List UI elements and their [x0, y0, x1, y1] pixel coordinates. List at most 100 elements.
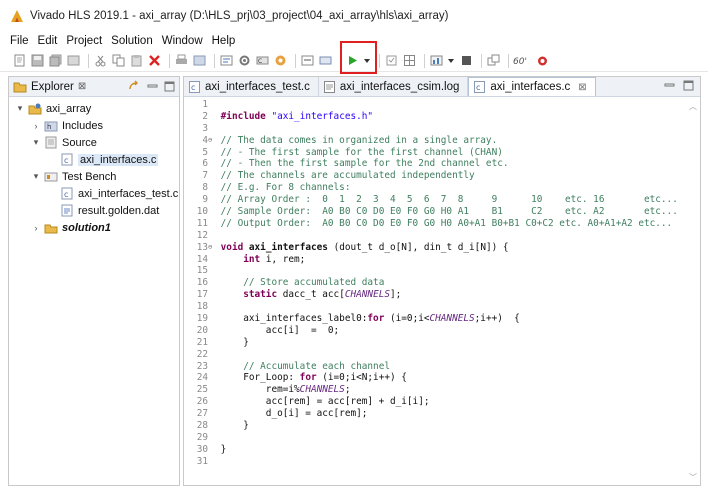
dashboard-dropdown-icon[interactable] — [447, 54, 455, 68]
code-line[interactable]: 23 // Accumulate each channel — [184, 361, 700, 373]
code-line[interactable]: 14 int i, rem; — [184, 254, 700, 266]
vertical-scrollbar[interactable]: ︿ ﹀ — [688, 101, 698, 483]
maximize-icon[interactable] — [683, 80, 694, 91]
code-line[interactable]: 6 // - Then the first sample for the 2nd… — [184, 158, 700, 170]
code-line[interactable]: 31 — [184, 456, 700, 468]
expand-arrow-icon[interactable]: ▾ — [31, 137, 41, 148]
code-line[interactable]: 21 } — [184, 337, 700, 349]
code-line[interactable]: 5 // - The first sample for the first ch… — [184, 147, 700, 159]
minimize-icon[interactable] — [664, 80, 675, 91]
compare-icon[interactable] — [318, 54, 332, 68]
code-line[interactable]: 27 d_o[i] = acc[rem]; — [184, 408, 700, 420]
collapse-arrow-icon[interactable]: › — [31, 121, 41, 131]
gutter-space — [208, 384, 215, 396]
code-line[interactable]: 13 ⊖ void axi_interfaces (dout_t d_o[N], … — [184, 242, 700, 254]
tab-axi-interfaces-c[interactable]: c axi_interfaces.c ⊠ — [468, 77, 596, 96]
svg-text:c: c — [64, 156, 68, 165]
code-line[interactable]: 11 // Output Order: A0 B0 C0 D0 E0 F0 G0… — [184, 218, 700, 230]
paste-icon[interactable] — [129, 54, 143, 68]
print-icon[interactable] — [174, 54, 188, 68]
code-line[interactable]: 2 #include "axi_interfaces.h" — [184, 111, 700, 123]
code-line[interactable]: 9 // Array Order : 0 1 2 3 4 5 6 7 8 9 1… — [184, 194, 700, 206]
save-all-icon[interactable] — [48, 54, 62, 68]
perspective-icon[interactable] — [486, 54, 500, 68]
cosim-icon[interactable] — [273, 54, 287, 68]
code-line[interactable]: 25 rem=i%CHANNELS; — [184, 384, 700, 396]
menu-file[interactable]: File — [10, 35, 29, 47]
save-icon[interactable] — [30, 54, 44, 68]
code-line[interactable]: 12 — [184, 230, 700, 242]
minimize-icon[interactable] — [147, 81, 158, 92]
synthesis-icon[interactable]: C — [255, 54, 269, 68]
code-line[interactable]: 18 — [184, 301, 700, 313]
code-line[interactable]: 30 } — [184, 444, 700, 456]
link-editor-icon[interactable] — [128, 80, 141, 92]
stop-icon[interactable] — [459, 54, 473, 68]
code-line[interactable]: 8 // E.g. For 8 channels: — [184, 182, 700, 194]
tree-item-test-bench[interactable]: ▾ Test Bench — [9, 168, 179, 185]
expand-arrow-icon[interactable]: ▾ — [15, 103, 25, 114]
scroll-up-icon[interactable]: ︿ — [689, 101, 697, 112]
tree-item-axi-interfaces-c[interactable]: c axi_interfaces.c — [9, 151, 179, 168]
tab-axi-interfaces-csim-log[interactable]: axi_interfaces_csim.log — [319, 77, 469, 96]
delete-icon[interactable] — [147, 54, 161, 68]
code-line[interactable]: 3 — [184, 123, 700, 135]
gutter-space — [208, 408, 215, 420]
checkbox-icon[interactable] — [384, 54, 398, 68]
menu-project[interactable]: Project — [66, 35, 102, 47]
scroll-down-icon[interactable]: ﹀ — [689, 472, 697, 483]
code-line[interactable]: 28 } — [184, 420, 700, 432]
new-file-icon[interactable] — [12, 54, 26, 68]
new-project-icon[interactable] — [192, 54, 206, 68]
code-line[interactable]: 24 For_Loop: for (i=0;i<N;i++) { — [184, 372, 700, 384]
menu-window[interactable]: Window — [162, 35, 203, 47]
close-icon[interactable]: ⊠ — [78, 81, 86, 92]
tree-item-axi-array[interactable]: ▾ axi_array — [9, 100, 179, 117]
debug-icon[interactable]: 60' — [513, 54, 531, 68]
code-line[interactable]: 16 // Store accumulated data — [184, 277, 700, 289]
menu-solution[interactable]: Solution — [111, 35, 153, 47]
line-number: 10 — [196, 206, 208, 218]
code-line[interactable]: 4 ⊖ // The data comes in organized in a s… — [184, 135, 700, 147]
bug-icon[interactable] — [535, 54, 549, 68]
code-text: // Output Order: A0 B0 C0 D0 E0 F0 G0 H0… — [220, 217, 673, 229]
tree-item-source[interactable]: ▾ Source — [9, 134, 179, 151]
code-editor[interactable]: 1 2 #include "axi_interfaces.h" 3 4 ⊖ // T… — [184, 99, 700, 485]
code-line[interactable]: 15 — [184, 265, 700, 277]
code-line[interactable]: 17 static dacc_t acc[CHANNELS]; — [184, 289, 700, 301]
code-line[interactable]: 7 // The channels are accumulated indepe… — [184, 170, 700, 182]
line-number: 13 — [196, 241, 208, 253]
menu-edit[interactable]: Edit — [38, 35, 58, 47]
line-number: 24 — [196, 372, 208, 384]
dashboard-icon[interactable] — [429, 54, 443, 68]
cut-icon[interactable] — [93, 54, 107, 68]
code-line[interactable]: 22 — [184, 349, 700, 361]
code-line[interactable]: 20 acc[i] = 0; — [184, 325, 700, 337]
expand-arrow-icon[interactable]: ▾ — [31, 171, 41, 182]
line-number: 16 — [196, 277, 208, 289]
properties-icon[interactable] — [66, 54, 80, 68]
copy-icon[interactable] — [111, 54, 125, 68]
collapse-arrow-icon[interactable]: › — [31, 223, 41, 233]
maximize-icon[interactable] — [164, 81, 175, 92]
tree-item-result-golden-dat[interactable]: result.golden.dat — [9, 202, 179, 219]
tab-axi-interfaces-test[interactable]: c axi_interfaces_test.c — [184, 77, 319, 96]
code-line[interactable]: 19 axi_interfaces_label0:for (i=0;i<CHAN… — [184, 313, 700, 325]
code-line[interactable]: 1 — [184, 99, 700, 111]
tree-item-axi-interfaces-test-c[interactable]: c axi_interfaces_test.c — [9, 185, 179, 202]
code-line[interactable]: 29 — [184, 432, 700, 444]
settings-icon[interactable] — [237, 54, 251, 68]
close-icon[interactable]: ⊠ — [578, 82, 586, 93]
fold-toggle-icon[interactable]: ⊖ — [208, 135, 215, 147]
tree-item-includes[interactable]: › h Includes — [9, 117, 179, 134]
code-line[interactable]: 26 acc[rem] = acc[rem] + d_i[i]; — [184, 396, 700, 408]
grid-icon[interactable] — [402, 54, 416, 68]
build-icon[interactable] — [219, 54, 233, 68]
gutter-space — [208, 111, 215, 123]
explorer-tab[interactable]: Explorer ⊠ — [9, 77, 179, 97]
export-icon[interactable] — [300, 54, 314, 68]
fold-toggle-icon[interactable]: ⊖ — [208, 242, 215, 254]
menu-help[interactable]: Help — [212, 35, 236, 47]
tree-item-solution1[interactable]: › solution1 — [9, 219, 179, 236]
code-line[interactable]: 10 // Sample Order: A0 B0 C0 D0 E0 F0 G0… — [184, 206, 700, 218]
